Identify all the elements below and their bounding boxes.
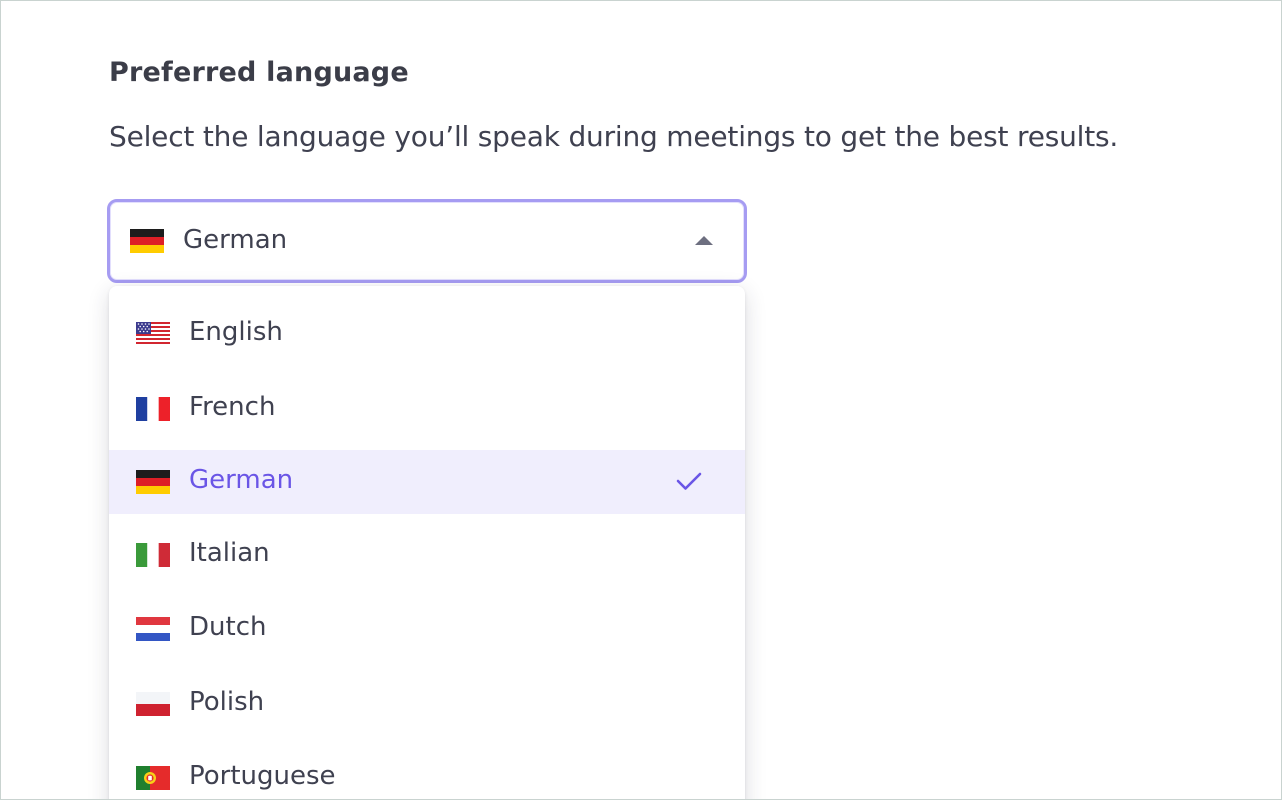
portugal-flag-icon [136,766,170,790]
language-option-german[interactable]: German [109,450,745,514]
italy-flag-icon [136,543,170,567]
language-option-french[interactable]: French [109,377,745,441]
checkmark-icon [675,469,703,497]
germany-flag-icon [130,229,164,253]
language-option-portuguese[interactable]: Portuguese [109,746,745,799]
caret-up-icon [695,236,713,245]
language-option-label: Portuguese [189,761,336,791]
language-option-italian[interactable]: Italian [109,523,745,587]
language-select[interactable]: German [107,199,747,283]
language-option-label: English [189,317,283,347]
usa-flag-icon [136,322,170,346]
language-option-label: Dutch [189,612,267,642]
language-option-label: French [189,392,276,422]
language-option-label: Italian [189,538,270,568]
selected-language-value: German [183,225,288,255]
language-option-label: German [189,465,294,495]
netherlands-flag-icon [136,617,170,641]
poland-flag-icon [136,692,170,716]
section-title: Preferred language [109,57,409,88]
language-dropdown-menu: English French German Italian Dutch Poli… [109,286,745,799]
germany-flag-icon [136,470,170,494]
france-flag-icon [136,397,170,421]
language-option-polish[interactable]: Polish [109,672,745,736]
section-description: Select the language you’ll speak during … [109,120,1119,153]
settings-panel: Preferred language Select the language y… [0,0,1282,800]
language-option-english[interactable]: English [109,302,745,366]
language-option-dutch[interactable]: Dutch [109,597,745,661]
language-option-label: Polish [189,687,265,717]
